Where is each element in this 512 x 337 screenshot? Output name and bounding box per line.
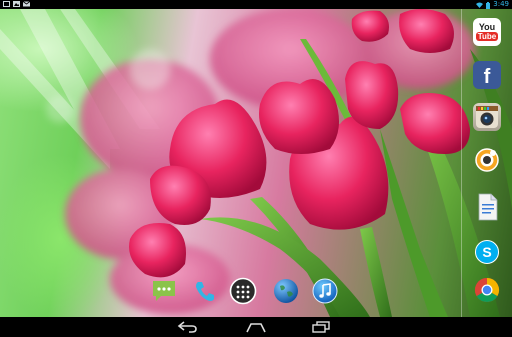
screencast-icon [475,148,499,172]
image-icon [13,1,20,7]
side-dock-divider [461,9,462,317]
youtube-icon: You Tube [475,22,499,41]
music-icon [312,278,338,304]
document-icon [478,193,498,221]
message-icon [153,281,175,301]
clock-time: 3:49 [493,0,509,8]
facebook-app-button[interactable]: f [473,61,501,89]
chrome-app-button[interactable] [473,276,501,304]
camera-icon [476,106,498,128]
music-app-button[interactable] [311,277,339,305]
battery-icon [486,2,491,9]
wallpaper [0,9,512,317]
facebook-icon: f [483,66,491,88]
recents-button[interactable] [309,319,333,335]
home-button[interactable] [244,319,268,335]
home-icon [246,323,266,333]
skype-icon: S [475,240,499,264]
browser-app-button[interactable] [272,277,300,305]
back-icon [177,321,197,333]
status-bar: 3:49 [0,0,512,9]
globe-icon [274,279,298,303]
wifi-icon [476,2,484,8]
camera-app-button[interactable] [473,103,501,131]
tulip-wallpaper-image [0,9,512,317]
app-drawer-button[interactable] [229,277,257,305]
chrome-icon [474,278,500,303]
phone-icon [196,282,214,301]
recents-icon [312,321,330,333]
status-bar-system: 3:49 [476,0,509,9]
screenshot-icon [3,1,10,7]
app-drawer-icon [229,277,257,305]
screencast-app-button[interactable] [473,146,501,174]
notes-app-button[interactable] [473,193,501,221]
youtube-app-button[interactable]: You Tube [473,18,501,46]
email-icon [22,1,31,7]
phone-app-button[interactable] [191,277,219,305]
home-screen: 3:49 You Tube f S [0,0,512,337]
skype-app-button[interactable]: S [473,238,501,266]
navigation-bar [0,317,512,337]
messaging-app-button[interactable] [150,277,178,305]
status-bar-notifications [3,0,31,7]
back-button[interactable] [176,319,200,335]
